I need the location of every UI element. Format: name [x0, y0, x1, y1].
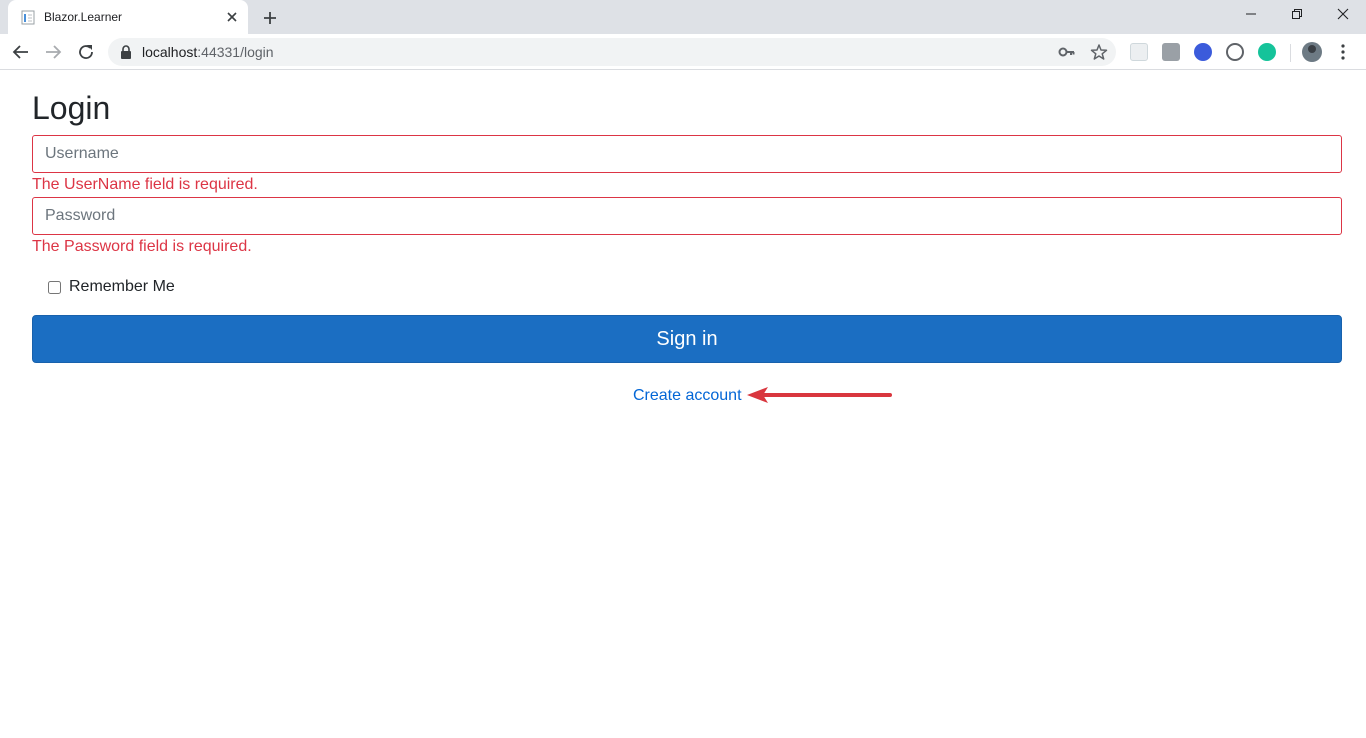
sign-in-button[interactable]: Sign in — [32, 315, 1342, 363]
back-arrow-icon[interactable] — [10, 41, 32, 63]
extension-icon[interactable] — [1162, 43, 1180, 61]
reload-icon[interactable] — [75, 41, 97, 63]
tab-title: Blazor.Learner — [44, 10, 123, 24]
password-input[interactable] — [32, 197, 1342, 235]
password-validation-message: The Password field is required. — [32, 238, 252, 255]
extension-icon[interactable] — [1130, 43, 1148, 61]
window-close-button[interactable] — [1320, 0, 1366, 30]
key-icon[interactable] — [1058, 44, 1076, 60]
address-bar[interactable]: localhost:44331/login — [108, 38, 1116, 66]
remember-me-row: Remember Me — [48, 277, 175, 297]
remember-me-label[interactable]: Remember Me — [69, 278, 175, 296]
restore-button[interactable] — [1274, 0, 1320, 30]
avatar[interactable] — [1302, 42, 1322, 62]
url-path: :44331/login — [197, 44, 274, 60]
browser-tab[interactable]: Blazor.Learner — [8, 0, 248, 34]
plus-icon[interactable] — [260, 8, 280, 28]
url-text: localhost:44331/login — [142, 45, 274, 60]
window-close-icon — [1337, 8, 1349, 20]
extension-icon[interactable] — [1194, 43, 1212, 61]
toolbar-divider — [1290, 44, 1291, 62]
create-account-link[interactable]: Create account — [633, 386, 742, 406]
extension-icon[interactable] — [1226, 43, 1244, 61]
page-title: Login — [32, 90, 111, 126]
more-vert-icon[interactable] — [1336, 43, 1350, 61]
close-icon[interactable] — [224, 9, 240, 25]
forward-arrow-icon[interactable] — [42, 41, 64, 63]
annotation-arrow — [747, 387, 892, 403]
username-validation-message: The UserName field is required. — [32, 176, 258, 193]
star-icon[interactable] — [1090, 43, 1108, 61]
lock-icon[interactable] — [120, 45, 132, 59]
minimize-icon — [1246, 13, 1256, 15]
minimize-button[interactable] — [1228, 0, 1274, 30]
tab-strip: Blazor.Learner — [0, 0, 1366, 34]
restore-icon — [1292, 9, 1302, 19]
url-host: localhost — [142, 44, 198, 60]
remember-me-checkbox[interactable] — [48, 280, 61, 294]
browser-toolbar: localhost:44331/login — [0, 34, 1366, 70]
extension-icon[interactable] — [1258, 43, 1276, 61]
username-input[interactable] — [32, 135, 1342, 173]
page-favicon-icon — [21, 10, 35, 25]
